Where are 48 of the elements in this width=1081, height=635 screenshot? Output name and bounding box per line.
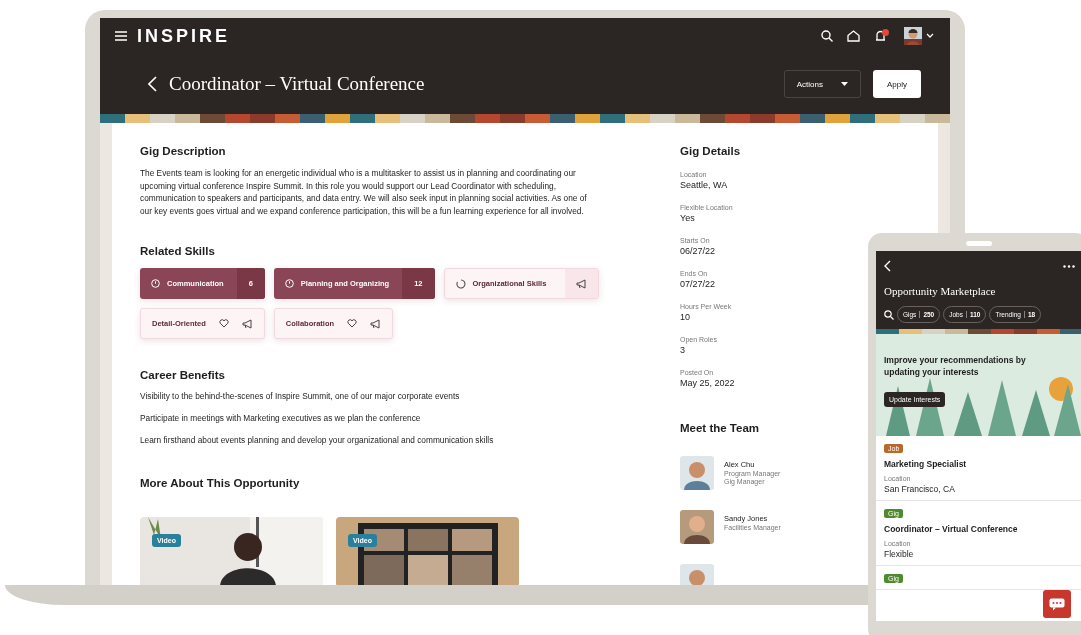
field-value: 06/27/22	[680, 246, 717, 256]
section-heading: Gig Description	[140, 145, 227, 157]
field-value: 07/27/22	[680, 279, 717, 289]
heart-icon[interactable]	[218, 319, 229, 328]
screen-title: Opportunity Marketplace	[884, 285, 997, 297]
bell-icon[interactable]	[874, 29, 890, 43]
field-value: 10	[680, 312, 691, 322]
megaphone-icon[interactable]	[241, 318, 253, 329]
chevron-down-icon[interactable]	[926, 33, 934, 39]
heart-icon[interactable]	[347, 319, 358, 328]
benefit-text: Learn firsthand about events planning and develop your organizational and communication skills	[140, 434, 495, 447]
clock-icon	[284, 279, 294, 288]
actions-button[interactable]: Actions	[783, 70, 861, 98]
phone-speaker	[966, 241, 992, 246]
page-title: Coordinator – Virtual Conference	[169, 73, 425, 95]
back-icon[interactable]	[148, 76, 157, 92]
description-text: The Events team is looking for an energetic individual who is a multitasker to assist us in planning and coordinating our upcoming virtual conference Inspire Summit. In this role you would support our Lead Coordinator with scheduling, communication to speakers and participants, and data entry. We will also seek input in planning social activities. As one of our key events goes virtual and we expand conference participation, this will be a fun learning experience for all involved.	[140, 167, 588, 217]
benefit-text: Participate in meetings with Marketing executives as we plan the conference	[140, 412, 422, 425]
search-icon[interactable]	[884, 309, 894, 320]
apply-button[interactable]: Apply	[873, 70, 921, 98]
menu-icon[interactable]	[115, 31, 127, 41]
section-heading: More About This Opportunity	[140, 477, 301, 489]
app-logo: INSPIRE	[137, 25, 231, 47]
field-value: Flexible	[884, 549, 914, 559]
more-icon[interactable]	[1063, 264, 1075, 268]
megaphone-icon[interactable]	[576, 278, 588, 289]
chat-icon	[1049, 597, 1065, 611]
field-value: Yes	[680, 213, 696, 223]
section-heading: Related Skills	[140, 245, 216, 257]
opportunity-title[interactable]: Marketing Specialist	[884, 459, 967, 469]
section-heading: Gig Details	[680, 145, 742, 157]
back-icon[interactable]	[884, 260, 891, 272]
field-value: 3	[680, 345, 686, 355]
benefit-text: Visibility to the behind-the-scenes of Inspire Summit, one of our major corporate events	[140, 390, 461, 403]
chat-button[interactable]	[1043, 590, 1071, 618]
progress-ring-icon	[455, 278, 466, 289]
search-icon[interactable]	[821, 30, 833, 42]
opportunity-title[interactable]: Coordinator – Virtual Conference	[884, 524, 1018, 534]
field-value: Seattle, WA	[680, 180, 729, 190]
section-heading: Meet the Team	[680, 422, 761, 434]
section-heading: Career Benefits	[140, 369, 226, 381]
megaphone-icon[interactable]	[370, 318, 382, 329]
caret-icon	[841, 82, 848, 86]
field-value: May 25, 2022	[680, 378, 736, 388]
home-icon[interactable]	[847, 30, 860, 42]
banner-text: Improve your recommendations by updating your interests	[884, 354, 1027, 378]
clock-icon	[151, 279, 160, 288]
field-value: San Francisco, CA	[884, 484, 955, 494]
